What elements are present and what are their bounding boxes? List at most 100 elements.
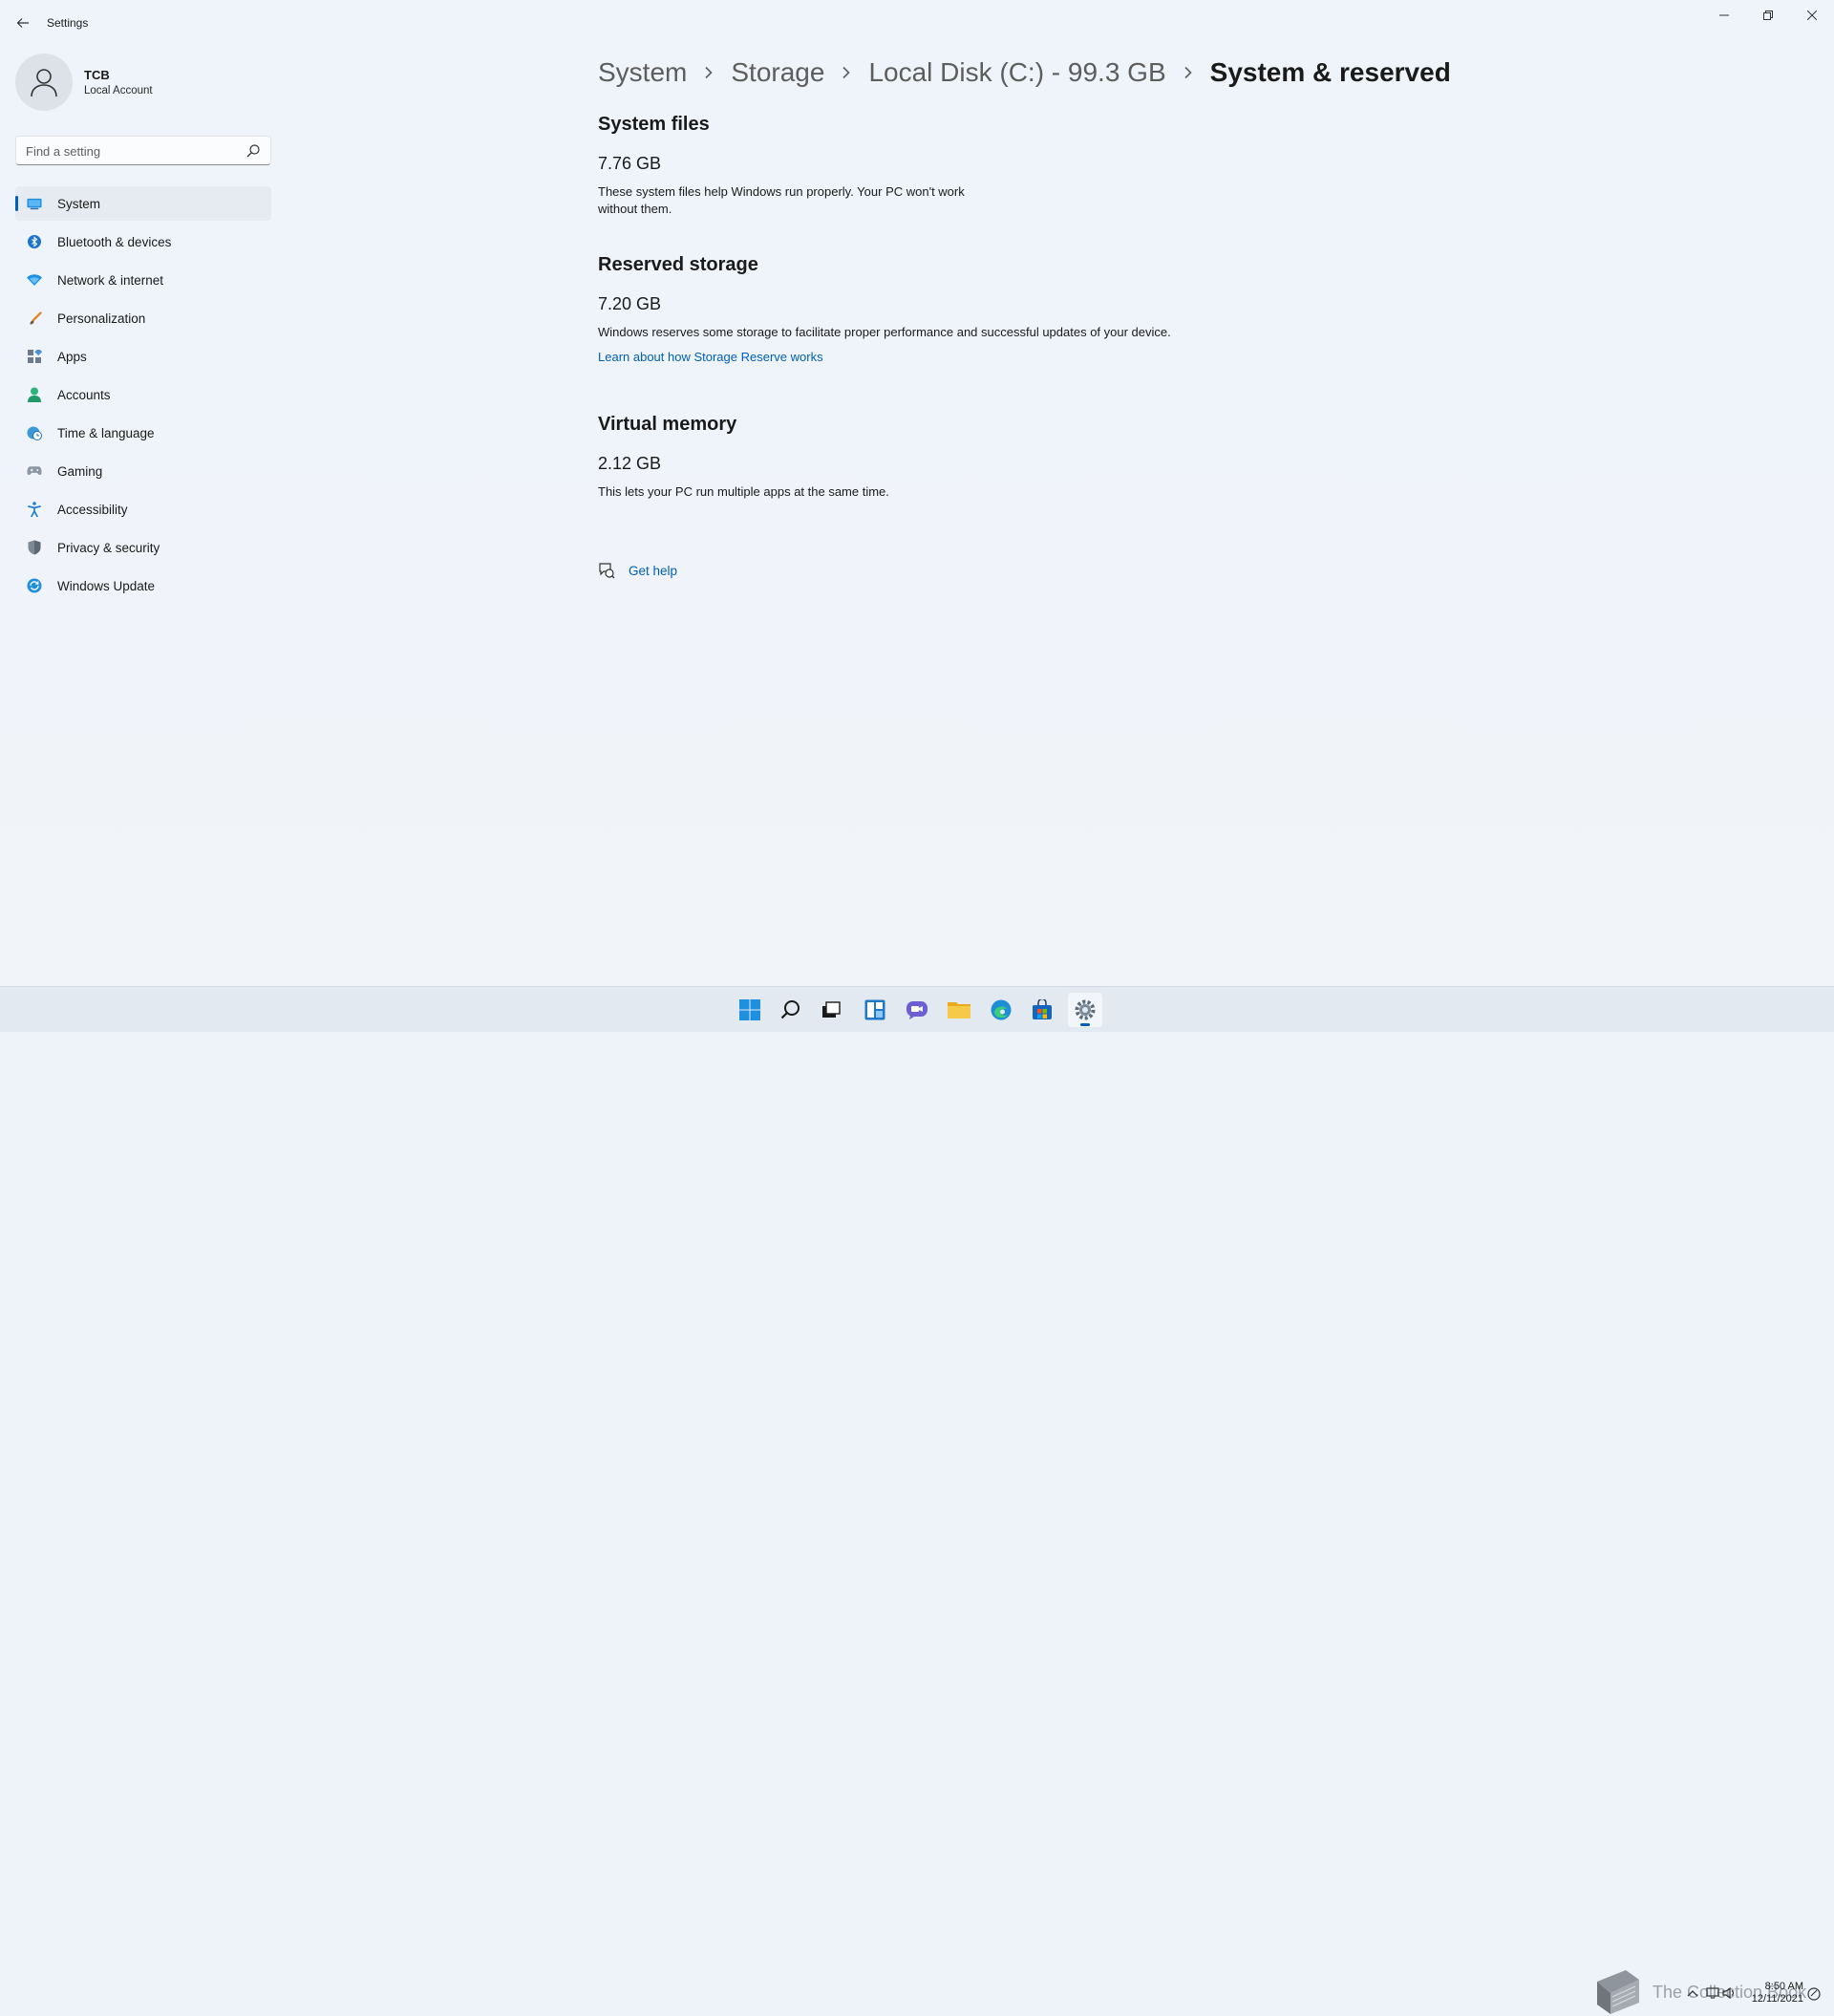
store-button[interactable]: [1025, 993, 1059, 1027]
sidebar-item-bluetooth[interactable]: Bluetooth & devices: [15, 225, 271, 259]
clock[interactable]: 8:50 AM 12/11/2021: [1735, 1981, 1803, 2005]
chevron-right-icon: [704, 66, 714, 79]
store-icon: [1033, 999, 1052, 1019]
sidebar-item-personalization[interactable]: Personalization: [15, 301, 271, 335]
wifi-icon: [27, 272, 42, 288]
edge-icon: [991, 999, 1012, 1020]
gamepad-icon: [27, 463, 42, 479]
profile-account-type: Local Account: [84, 85, 153, 97]
close-icon: [1807, 11, 1817, 20]
virtual-memory-section: Virtual memory 2.12 GB This lets your PC…: [598, 414, 1458, 501]
back-button[interactable]: [10, 10, 36, 36]
settings-icon: [1075, 999, 1096, 1020]
sidebar-item-label: System: [57, 196, 101, 211]
profile-name: TCB: [84, 68, 110, 82]
page-title: System & reserved: [1209, 57, 1451, 87]
get-help-link[interactable]: Get help: [598, 561, 677, 580]
chevron-up-icon[interactable]: [1687, 1987, 1698, 2001]
sidebar-item-label: Privacy & security: [57, 540, 160, 555]
chevron-right-icon: [842, 66, 851, 79]
help-chat-icon: [599, 563, 615, 579]
get-help-label: Get help: [629, 563, 678, 578]
section-title: Virtual memory: [598, 414, 737, 435]
search-box[interactable]: [15, 136, 271, 165]
sidebar-nav: System Bluetooth & devices Network & int…: [15, 186, 271, 607]
settings-taskbar-button[interactable]: [1068, 993, 1102, 1027]
sidebar-item-gaming[interactable]: Gaming: [15, 454, 271, 488]
section-title: Reserved storage: [598, 254, 758, 275]
sidebar-item-label: Time & language: [57, 425, 155, 440]
section-description: Windows reserves some storage to facilit…: [598, 325, 1171, 339]
sidebar-item-label: Personalization: [57, 311, 146, 326]
file-explorer-button[interactable]: [942, 993, 976, 1027]
person-icon: [31, 69, 57, 97]
clock-date: 12/11/2021: [1751, 1993, 1803, 2005]
user-profile[interactable]: TCB Local Account: [15, 54, 273, 115]
task-view-button[interactable]: [814, 993, 848, 1027]
sidebar-item-label: Gaming: [57, 463, 103, 479]
sidebar-item-time-language[interactable]: Time & language: [15, 416, 271, 450]
avatar: [15, 54, 73, 111]
notification-icon[interactable]: [1807, 1987, 1821, 2004]
search-icon: [246, 144, 260, 158]
title-bar: Settings: [0, 0, 1834, 46]
sidebar-item-label: Windows Update: [57, 578, 156, 593]
book-icon: [1597, 1970, 1639, 2014]
breadcrumb-system[interactable]: System: [598, 57, 687, 88]
task-view-icon: [822, 1001, 841, 1018]
sidebar-item-network[interactable]: Network & internet: [15, 263, 271, 297]
minimize-button[interactable]: [1702, 0, 1746, 31]
widgets-icon: [864, 999, 885, 1020]
clock-time: 8:50 AM: [1764, 1981, 1803, 1992]
volume-icon[interactable]: [1722, 1986, 1736, 2002]
sidebar-item-system[interactable]: System: [15, 186, 271, 221]
section-title: System files: [598, 114, 710, 135]
app-title: Settings: [47, 16, 89, 30]
bluetooth-icon: [27, 234, 42, 249]
restore-icon: [1763, 11, 1773, 20]
network-tray-icon[interactable]: [1706, 1987, 1719, 2002]
breadcrumb-storage[interactable]: Storage: [731, 57, 824, 88]
minimize-icon: [1719, 14, 1729, 16]
section-size: 7.20 GB: [598, 294, 662, 313]
section-size: 7.76 GB: [598, 154, 662, 173]
sidebar-item-accessibility[interactable]: Accessibility: [15, 492, 271, 526]
shield-icon: [27, 540, 42, 555]
system-files-section: System files 7.76 GB These system files …: [598, 114, 1458, 218]
sidebar-item-label: Bluetooth & devices: [57, 234, 172, 249]
system-icon: [27, 196, 42, 211]
edge-button[interactable]: [984, 993, 1018, 1027]
chevron-right-icon: [1184, 66, 1193, 79]
accounts-icon: [27, 387, 42, 402]
sidebar-item-label: Apps: [57, 349, 87, 364]
chat-button[interactable]: [900, 993, 934, 1027]
start-button[interactable]: [733, 993, 767, 1027]
globe-clock-icon: [27, 425, 42, 440]
sidebar-item-apps[interactable]: Apps: [15, 339, 271, 374]
sidebar-item-label: Accessibility: [57, 502, 128, 517]
section-size: 2.12 GB: [598, 454, 662, 473]
apps-icon: [27, 349, 42, 364]
brush-icon: [27, 311, 42, 326]
sidebar-item-label: Network & internet: [57, 272, 164, 288]
start-icon: [739, 999, 760, 1020]
section-description: These system files help Windows run prop…: [598, 184, 965, 216]
taskbar-search-button[interactable]: [774, 993, 808, 1027]
search-icon: [780, 1000, 800, 1019]
storage-reserve-link[interactable]: Learn about how Storage Reserve works: [598, 350, 1458, 364]
sidebar-item-privacy[interactable]: Privacy & security: [15, 530, 271, 565]
update-icon: [27, 578, 42, 593]
section-description: This lets your PC run multiple apps at t…: [598, 484, 889, 499]
sidebar-item-windows-update[interactable]: Windows Update: [15, 568, 271, 603]
search-input[interactable]: [26, 142, 236, 160]
sidebar-item-accounts[interactable]: Accounts: [15, 377, 271, 412]
close-button[interactable]: [1790, 0, 1834, 31]
breadcrumb: System Storage Local Disk (C:) - 99.3 GB…: [598, 54, 1451, 92]
widgets-button[interactable]: [858, 993, 892, 1027]
arrow-left-icon: [16, 18, 29, 28]
breadcrumb-local-disk[interactable]: Local Disk (C:) - 99.3 GB: [868, 57, 1165, 88]
taskbar: The Collection Book 8:50 AM 12/11/2021: [0, 986, 1834, 2014]
settings-window: Settings TCB Local Account System Blueto…: [0, 0, 1834, 986]
restore-button[interactable]: [1746, 0, 1790, 31]
file-explorer-icon: [948, 1002, 970, 1019]
